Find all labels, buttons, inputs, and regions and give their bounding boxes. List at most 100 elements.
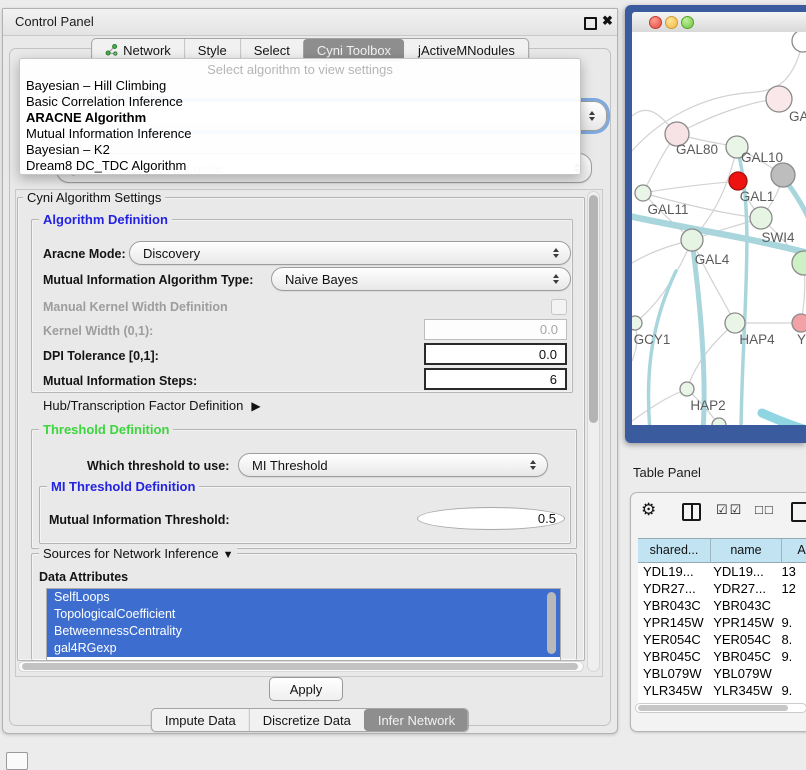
attribute-item-selfloops[interactable]: SelfLoops <box>47 589 560 606</box>
network-node-hap4[interactable] <box>725 313 745 333</box>
table-cell: YBR045C <box>638 648 708 665</box>
kernel-width-field[interactable]: 0.0 <box>424 319 567 340</box>
table-cell: YBL079W <box>708 665 776 682</box>
table-cell: 9. <box>776 648 806 665</box>
table-row[interactable]: YBR045CYBR045C9. <box>638 648 806 665</box>
network-node-gal11[interactable] <box>635 185 651 201</box>
mi-threshold-label: Mutual Information Threshold: <box>49 513 230 527</box>
node-label-gal: GAL <box>789 109 806 124</box>
algorithm-option-bayesian-hill-climbing[interactable]: Bayesian – Hill Climbing <box>20 78 580 94</box>
aracne-mode-label: Aracne Mode: <box>43 247 126 261</box>
column-header-a[interactable]: A <box>782 539 806 562</box>
table-cell: 12 <box>776 580 806 597</box>
vertical-scrollbar-thumb[interactable] <box>589 195 598 423</box>
mi-threshold-field[interactable]: 0.5 <box>417 507 565 530</box>
table-row[interactable]: YPR145WYPR145W9. <box>638 614 806 631</box>
algorithm-option-mutual-information-inference[interactable]: Mutual Information Inference <box>20 126 580 142</box>
float-window-icon[interactable] <box>584 17 597 30</box>
network-nodes: GALGAL80GAL10GAL1GAL11GAL4SWI4GCY1HAP4YH… <box>632 32 806 425</box>
table-cell: YBR045C <box>708 648 776 665</box>
tab-impute-data[interactable]: Impute Data <box>152 709 249 731</box>
tab-label: Network <box>123 43 171 58</box>
dpi-tolerance-label: DPI Tolerance [0,1]: <box>43 349 159 363</box>
algorithm-option-basic-correlation-inference[interactable]: Basic Correlation Inference <box>20 94 580 110</box>
table-row[interactable]: YDL19...YDL19...13 <box>638 563 806 580</box>
table-scrollbar-thumb[interactable] <box>638 705 788 711</box>
tab-discretize-data[interactable]: Discretize Data <box>249 709 364 731</box>
list-scrollbar-thumb[interactable] <box>547 592 556 654</box>
network-node[interactable] <box>771 163 795 187</box>
which-threshold-label: Which threshold to use: <box>87 459 229 473</box>
table-cell: YBR043C <box>708 597 776 614</box>
column-layout-icon[interactable] <box>682 503 701 521</box>
zoom-traffic-light-icon[interactable] <box>681 16 694 29</box>
table-cell: 9. <box>776 682 806 699</box>
table-row[interactable]: YER054CYER054C8. <box>638 631 806 648</box>
network-node-y[interactable] <box>792 314 806 332</box>
table-cell: YPR145W <box>638 614 708 631</box>
network-node-swi4[interactable] <box>792 251 806 275</box>
table-row[interactable]: YBL079WYBL079W <box>638 665 806 682</box>
node-label-gal4: GAL4 <box>695 252 730 267</box>
algorithm-option-aracne-algorithm[interactable]: ARACNE Algorithm <box>20 110 580 126</box>
attribute-item-topologicalcoefficient[interactable]: TopologicalCoefficient <box>47 606 560 623</box>
table-horizontal-scrollbar[interactable] <box>635 703 806 713</box>
deselect-all-checkbox-icon[interactable]: □□ <box>755 503 775 516</box>
attribute-item-gal4rgexp[interactable]: gal4RGexp <box>47 640 560 657</box>
node-label-gal1: GAL1 <box>740 189 775 204</box>
stepper-arrows-icon <box>553 274 559 284</box>
column-header-shared[interactable]: shared... <box>638 539 711 562</box>
tab-label: Style <box>198 43 227 58</box>
network-canvas[interactable]: GALGAL80GAL10GAL1GAL11GAL4SWI4GCY1HAP4YH… <box>632 32 806 425</box>
mi-algorithm-type-select[interactable]: Naive Bayes <box>271 267 571 291</box>
tab-label: jActiveMNodules <box>418 43 515 58</box>
gear-icon[interactable]: ⚙ <box>641 501 656 518</box>
data-attributes-label: Data Attributes <box>39 570 128 584</box>
bottom-tab-bar: Impute Data Discretize Data Infer Network <box>151 708 469 732</box>
algorithm-option-bayesian-k2[interactable]: Bayesian – K2 <box>20 142 580 158</box>
export-table-icon[interactable] <box>791 502 806 522</box>
minimize-traffic-light-icon[interactable] <box>665 16 678 29</box>
table-header-row: shared...nameA <box>638 538 806 563</box>
table-row[interactable]: YDR27...YDR27...12 <box>638 580 806 597</box>
dpi-tolerance-field[interactable]: 0.0 <box>424 343 567 365</box>
network-node-gal1[interactable] <box>750 207 772 229</box>
collapse-arrow-icon: ▼ <box>223 549 234 561</box>
node-label-hap4: HAP4 <box>739 332 775 347</box>
node-label-y: Y <box>797 332 806 347</box>
network-node-gal4[interactable] <box>681 229 703 251</box>
column-header-name[interactable]: name <box>711 539 782 562</box>
settings-vertical-scrollbar[interactable] <box>587 191 600 672</box>
mi-steps-field[interactable]: 6 <box>424 368 567 390</box>
aracne-mode-select[interactable]: Discovery <box>129 241 571 265</box>
algorithm-option-dream8-dc-tdc-algorithm[interactable]: Dream8 DC_TDC Algorithm <box>20 158 580 174</box>
which-threshold-select[interactable]: MI Threshold <box>238 453 548 477</box>
attribute-item-betweennesscentrality[interactable]: BetweennessCentrality <box>47 623 560 640</box>
tab-infer-network[interactable]: Infer Network <box>364 709 468 731</box>
select-all-checkbox-icon[interactable]: ☑☑ <box>716 503 743 516</box>
network-node-gcy1[interactable] <box>632 316 642 330</box>
network-node[interactable] <box>729 172 747 190</box>
sources-group-title[interactable]: Sources for Network Inference▼ <box>39 546 237 561</box>
table-cell: YDL19... <box>708 563 776 580</box>
tab-label: Discretize Data <box>263 713 351 728</box>
table-cell: YER054C <box>638 631 708 648</box>
close-icon[interactable]: ✖ <box>602 13 613 29</box>
close-traffic-light-icon[interactable] <box>649 16 662 29</box>
table-row[interactable]: YLR345WYLR345W9. <box>638 682 806 699</box>
horizontal-scrollbar-thumb[interactable] <box>22 663 578 670</box>
hub-tf-definition-toggle[interactable]: Hub/Transcription Factor Definition▶ <box>43 398 261 413</box>
mi-threshold-group-title: MI Threshold Definition <box>47 479 199 494</box>
table-cell <box>776 597 806 614</box>
algorithm-definition-title: Algorithm Definition <box>39 212 172 227</box>
manual-kernel-width-checkbox[interactable] <box>551 299 567 315</box>
network-node[interactable] <box>792 32 806 52</box>
stepper-arrows-icon <box>589 111 595 121</box>
network-node-hap2[interactable] <box>680 382 694 396</box>
network-window-titlebar <box>632 12 806 33</box>
table-row[interactable]: YBR043CYBR043C <box>638 597 806 614</box>
mi-steps-label: Mutual Information Steps: <box>43 374 197 388</box>
settings-horizontal-scrollbar[interactable] <box>18 661 584 672</box>
bottom-left-partial-icon[interactable] <box>6 752 28 770</box>
apply-button[interactable]: Apply <box>269 677 343 701</box>
